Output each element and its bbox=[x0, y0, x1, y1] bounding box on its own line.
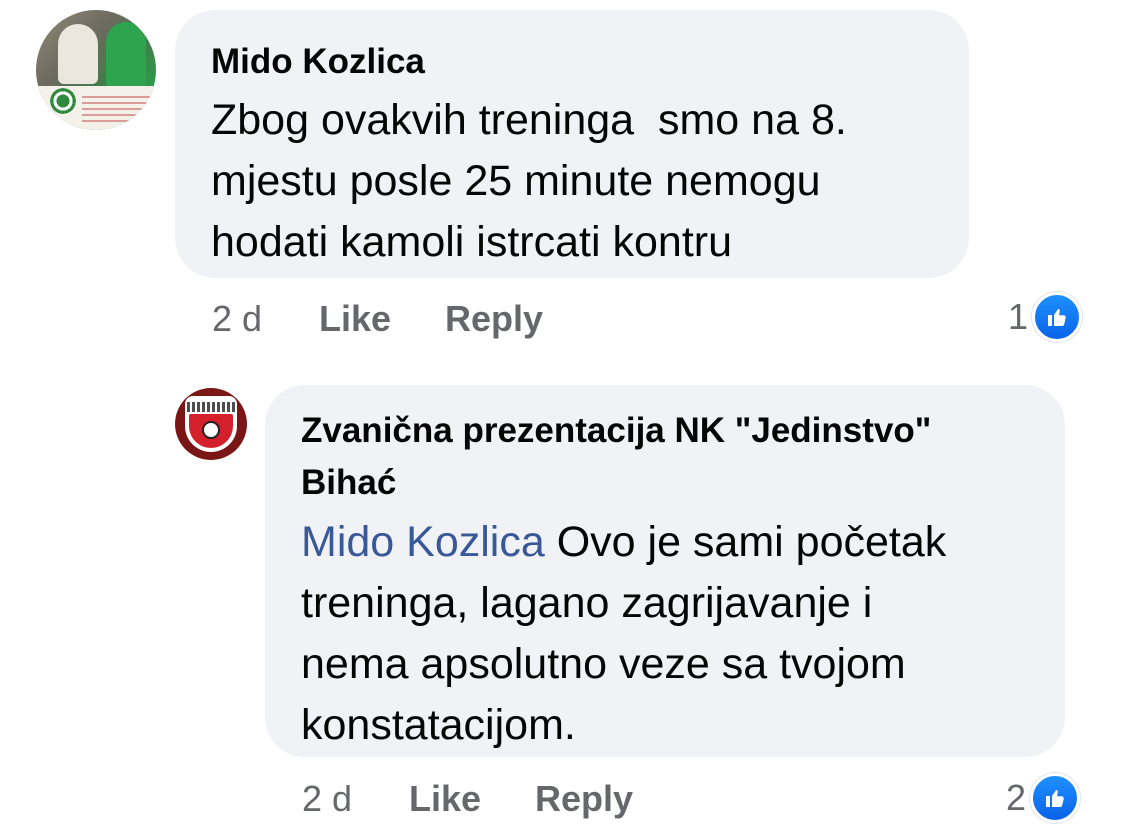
reply-button[interactable]: Reply bbox=[535, 778, 633, 820]
comment-author[interactable]: Zvanična prezentacija NK "Jedinstvo" Bih… bbox=[301, 405, 1029, 509]
avatar-logo-text bbox=[82, 92, 152, 122]
crest-text bbox=[187, 402, 235, 412]
comment-text: Zbog ovakvih treninga smo na 8. mjestu po… bbox=[211, 96, 847, 266]
comment-bubble: Mido Kozlica Zbog ovakvih treninga smo n… bbox=[175, 10, 969, 278]
reaction-count: 1 bbox=[1008, 296, 1029, 337]
like-button[interactable]: Like bbox=[409, 778, 481, 820]
comment-actions: 2 d Like Reply bbox=[302, 778, 662, 822]
reaction-summary[interactable]: 2 bbox=[1006, 773, 1081, 823]
comment-time[interactable]: 2 d bbox=[212, 298, 262, 340]
avatar-nk-jedinstvo[interactable] bbox=[175, 388, 247, 460]
comment-actions: 2 d Like Reply bbox=[212, 298, 572, 342]
reaction-count: 2 bbox=[1006, 777, 1027, 818]
flower-icon bbox=[48, 86, 78, 116]
thumbs-up-icon bbox=[1030, 773, 1081, 823]
author-name-line: Zvanična prezentacija NK "Jedinstvo" bbox=[301, 411, 932, 450]
like-button[interactable]: Like bbox=[319, 298, 391, 340]
mention-link[interactable]: Mido Kozlica bbox=[301, 518, 545, 566]
football-icon bbox=[202, 421, 220, 439]
author-name-line: Bihać bbox=[301, 463, 397, 502]
avatar-mido-kozlica[interactable] bbox=[36, 10, 156, 130]
comment-author[interactable]: Mido Kozlica bbox=[211, 36, 933, 88]
thumbs-up-icon bbox=[1032, 292, 1083, 342]
avatar-figure bbox=[106, 22, 146, 88]
comment-text: Mido Kozlica Ovo je sami početak treninga… bbox=[301, 518, 947, 749]
comment-bubble: Zvanična prezentacija NK "Jedinstvo" Bih… bbox=[265, 385, 1065, 757]
reaction-summary[interactable]: 1 bbox=[1008, 292, 1083, 342]
comments-thread: Mido Kozlica Zbog ovakvih treninga smo n… bbox=[0, 0, 1125, 831]
reply-button[interactable]: Reply bbox=[445, 298, 543, 340]
comment-time[interactable]: 2 d bbox=[302, 778, 352, 820]
avatar-figure bbox=[58, 24, 98, 84]
